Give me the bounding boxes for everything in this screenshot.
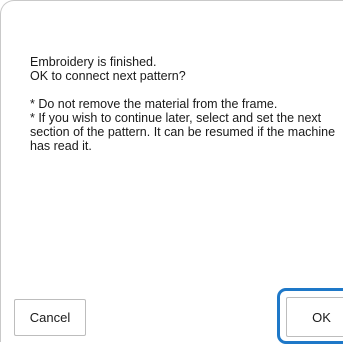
completion-message: Embroidery is finished. OK to connect ne… xyxy=(30,55,340,83)
cancel-button[interactable]: Cancel xyxy=(14,299,86,336)
ok-button[interactable]: OK xyxy=(286,297,343,337)
dialog-message: Embroidery is finished. OK to connect ne… xyxy=(30,55,340,153)
finished-text: Embroidery is finished. xyxy=(30,55,157,69)
notes-block: * Do not remove the material from the fr… xyxy=(30,97,340,153)
note-continue-later: * If you wish to continue later, select … xyxy=(30,111,336,153)
embroidery-finished-dialog: Embroidery is finished. OK to connect ne… xyxy=(0,0,343,344)
note-do-not-remove: * Do not remove the material from the fr… xyxy=(30,97,278,111)
connect-question-text: OK to connect next pattern? xyxy=(30,69,186,83)
